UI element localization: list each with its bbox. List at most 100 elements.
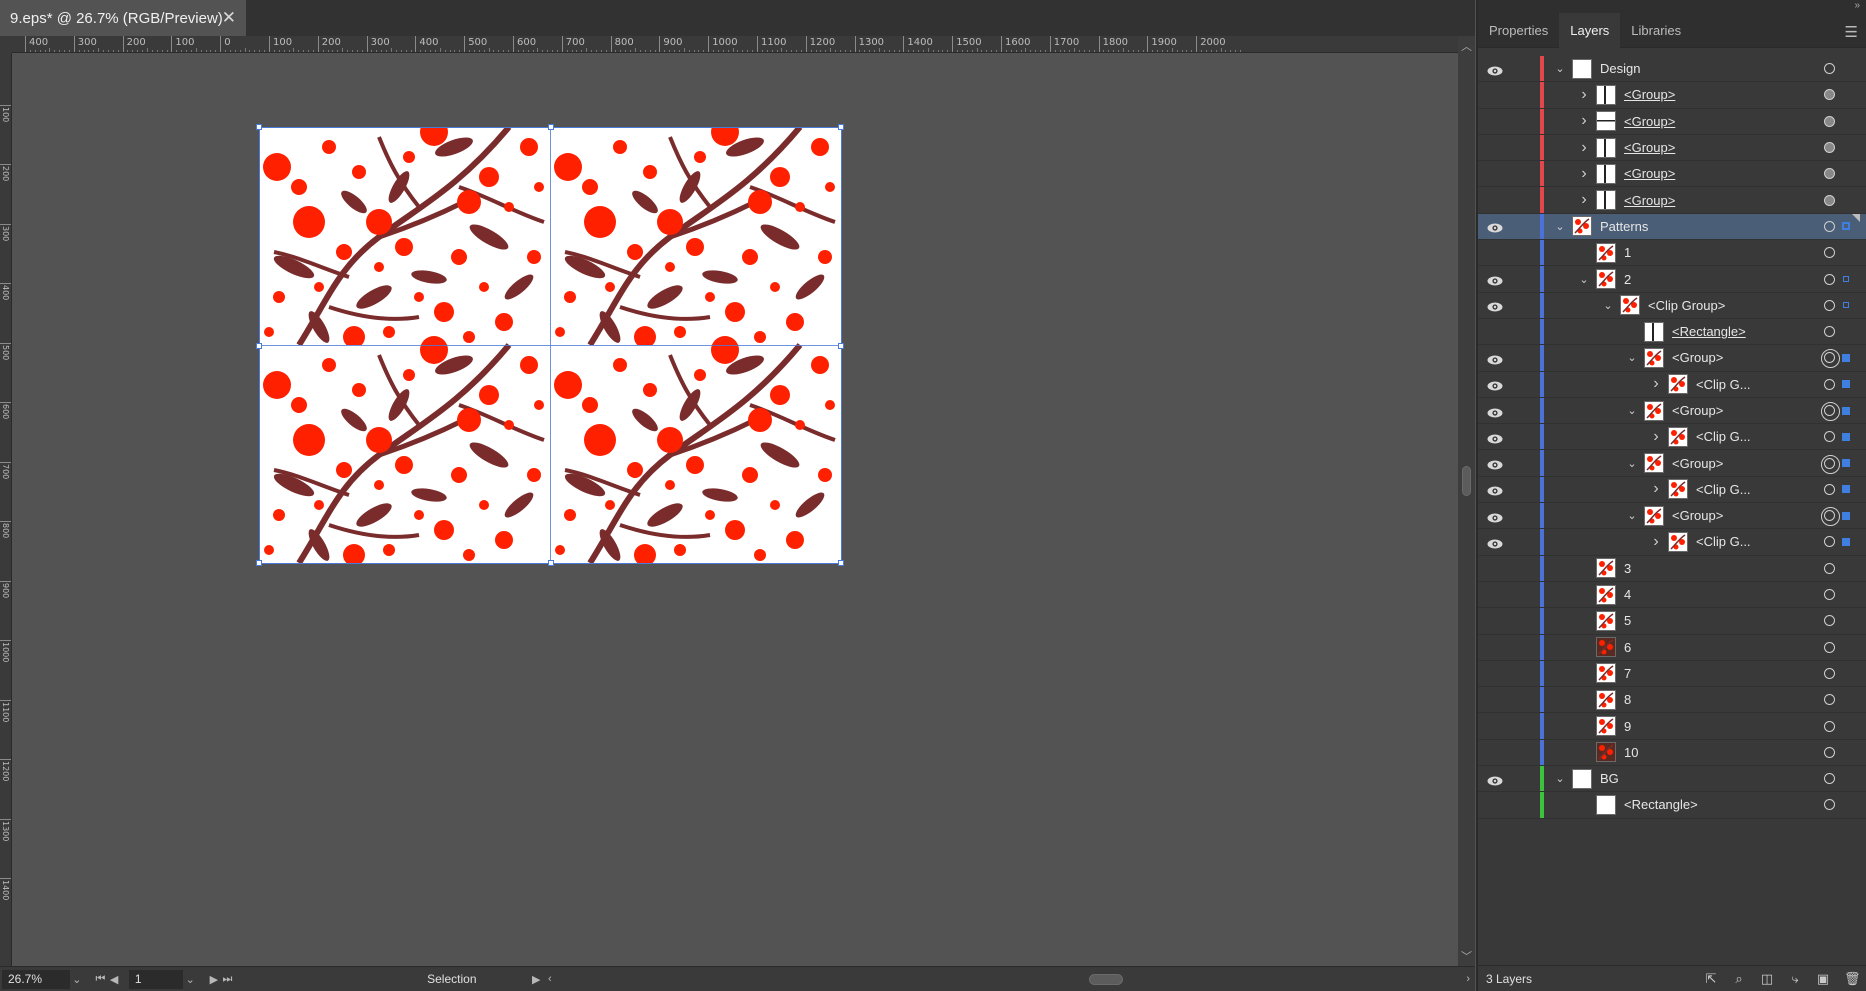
- eye-icon[interactable]: [1487, 616, 1503, 626]
- chevron-down-icon[interactable]: ⌄: [1602, 299, 1614, 312]
- eye-icon[interactable]: [1487, 642, 1503, 652]
- target-icon[interactable]: [1824, 299, 1835, 311]
- layer-name[interactable]: <Clip G...: [1696, 534, 1751, 549]
- eye-icon[interactable]: [1487, 721, 1503, 731]
- clipping-mask-icon[interactable]: ◫: [1760, 972, 1774, 986]
- target-icon[interactable]: [1824, 667, 1835, 679]
- layer-row[interactable]: ⌄ <Group>: [1478, 503, 1866, 530]
- target-icon[interactable]: [1821, 454, 1840, 474]
- layer-name[interactable]: <Group>: [1624, 193, 1675, 208]
- target-icon[interactable]: [1824, 247, 1835, 259]
- eye-icon[interactable]: [1487, 695, 1503, 705]
- last-artboard-icon[interactable]: ⏭: [221, 973, 235, 986]
- target-icon[interactable]: [1821, 507, 1840, 527]
- eye-icon[interactable]: [1487, 116, 1503, 126]
- eye-icon[interactable]: [1487, 484, 1503, 496]
- target-icon[interactable]: [1824, 63, 1835, 75]
- eye-icon[interactable]: [1487, 169, 1503, 179]
- target-icon[interactable]: [1824, 615, 1835, 627]
- tab-properties[interactable]: Properties: [1478, 13, 1559, 48]
- eye-icon[interactable]: [1487, 379, 1503, 391]
- collect-export-icon[interactable]: ⇱: [1704, 972, 1718, 986]
- canvas[interactable]: [13, 54, 1459, 966]
- selection-indicator-icon[interactable]: [1842, 406, 1850, 415]
- layer-row[interactable]: › <Clip G...: [1478, 476, 1866, 504]
- zoom-level-field[interactable]: 26.7%: [2, 969, 71, 989]
- layer-row[interactable]: <Rectangle>: [1478, 792, 1866, 819]
- vertical-ruler[interactable]: 0100200300400500600700800900100011001200…: [0, 53, 12, 966]
- chevron-down-icon[interactable]: ⌄: [70, 973, 84, 986]
- layer-name[interactable]: 7: [1624, 666, 1631, 681]
- layer-name[interactable]: <Group>: [1624, 166, 1675, 181]
- eye-icon[interactable]: [1487, 90, 1503, 100]
- layer-name[interactable]: 4: [1624, 587, 1631, 602]
- target-icon[interactable]: [1824, 89, 1835, 101]
- scrollbar-thumb[interactable]: [1462, 466, 1471, 496]
- collapse-panel-icon[interactable]: »: [1854, 0, 1860, 11]
- chevron-down-icon[interactable]: ⌄: [1554, 220, 1566, 233]
- eye-icon[interactable]: [1487, 300, 1503, 312]
- layer-name[interactable]: <Group>: [1624, 140, 1675, 155]
- chevron-right-icon[interactable]: ›: [1650, 480, 1662, 498]
- canvas-vertical-scrollbar[interactable]: ︿ ﹀: [1458, 36, 1475, 966]
- chevron-down-icon[interactable]: ⌄: [1554, 772, 1566, 785]
- selection-indicator-icon[interactable]: [1842, 432, 1850, 441]
- layer-name[interactable]: <Group>: [1672, 508, 1723, 523]
- target-icon[interactable]: [1824, 799, 1835, 811]
- chevron-down-icon[interactable]: ⌄: [183, 973, 197, 986]
- eye-icon[interactable]: [1487, 143, 1503, 153]
- eye-icon[interactable]: [1487, 195, 1503, 205]
- layer-name[interactable]: <Clip G...: [1696, 377, 1751, 392]
- layer-row[interactable]: 3: [1478, 555, 1866, 582]
- layer-row[interactable]: 6: [1478, 634, 1866, 661]
- layer-row[interactable]: › <Group>: [1478, 161, 1866, 188]
- layer-row[interactable]: <Rectangle>: [1478, 318, 1866, 346]
- tab-layers[interactable]: Layers: [1559, 13, 1621, 48]
- layer-name[interactable]: <Rectangle>: [1672, 324, 1746, 339]
- eye-icon[interactable]: [1487, 590, 1503, 600]
- layer-row[interactable]: ⌄ BG: [1478, 766, 1866, 793]
- chevron-down-icon[interactable]: ⌄: [1626, 351, 1638, 364]
- target-icon[interactable]: [1821, 402, 1840, 421]
- layer-name[interactable]: <Group>: [1624, 114, 1675, 129]
- target-icon[interactable]: [1824, 562, 1835, 574]
- eye-icon[interactable]: [1487, 327, 1503, 337]
- eye-icon[interactable]: [1487, 563, 1503, 573]
- document-tab[interactable]: 9.eps* @ 26.7% (RGB/Preview) ✕: [0, 0, 246, 36]
- eye-icon[interactable]: [1487, 511, 1503, 523]
- tab-libraries[interactable]: Libraries: [1620, 13, 1692, 48]
- chevron-down-icon[interactable]: ⌄: [1626, 509, 1638, 522]
- target-icon[interactable]: [1824, 773, 1835, 785]
- layer-row[interactable]: ⌄ 2: [1478, 266, 1866, 293]
- delete-icon[interactable]: 🗑: [1844, 972, 1861, 986]
- layer-row[interactable]: 9: [1478, 713, 1866, 740]
- layer-name[interactable]: 9: [1624, 719, 1631, 734]
- target-icon[interactable]: [1824, 194, 1835, 206]
- scroll-up-icon[interactable]: ︿: [1461, 38, 1472, 54]
- selection-indicator-icon[interactable]: [1842, 380, 1850, 389]
- scroll-left-icon[interactable]: ‹: [543, 973, 557, 985]
- artboard-number-field[interactable]: 1: [128, 969, 184, 989]
- previous-artboard-icon[interactable]: ◀: [107, 973, 121, 986]
- layer-row[interactable]: ⌄ <Clip Group>: [1478, 292, 1866, 319]
- eye-icon[interactable]: [1487, 353, 1503, 365]
- chevron-down-icon[interactable]: ⌄: [1578, 273, 1590, 286]
- layer-name[interactable]: <Clip G...: [1696, 482, 1751, 497]
- scroll-down-icon[interactable]: ﹀: [1461, 948, 1472, 964]
- selection-indicator-icon[interactable]: [1842, 511, 1850, 520]
- eye-icon[interactable]: [1487, 537, 1503, 549]
- layer-name[interactable]: <Group>: [1624, 87, 1675, 102]
- layer-name[interactable]: 6: [1624, 640, 1631, 655]
- chevron-right-icon[interactable]: ›: [1650, 428, 1662, 446]
- eye-icon[interactable]: [1487, 432, 1503, 444]
- layer-row[interactable]: 8: [1478, 687, 1866, 714]
- selection-indicator-icon[interactable]: [1843, 302, 1849, 309]
- eye-icon[interactable]: [1487, 406, 1503, 417]
- selection-indicator-icon[interactable]: [1842, 485, 1850, 494]
- layer-name[interactable]: Design: [1600, 61, 1640, 76]
- layer-row[interactable]: ⌄ <Group>: [1478, 450, 1866, 477]
- layer-row[interactable]: 7: [1478, 660, 1866, 688]
- layer-row[interactable]: › <Clip G...: [1478, 424, 1866, 451]
- layer-name[interactable]: <Clip G...: [1696, 429, 1751, 444]
- layer-row[interactable]: › <Group>: [1478, 82, 1866, 109]
